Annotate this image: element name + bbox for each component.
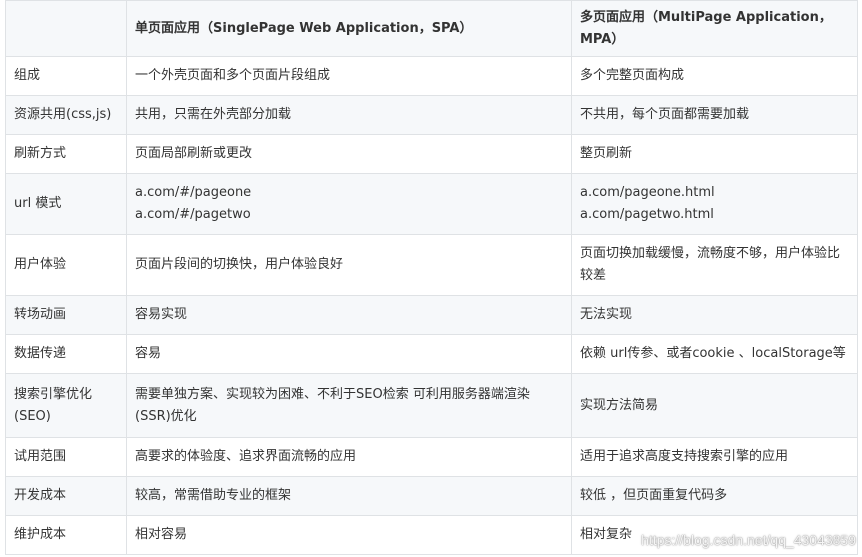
spa-cell: 容易实现 — [126, 295, 572, 335]
table-row: 组成 一个外壳页面和多个页面片段组成 多个完整页面构成 — [5, 56, 858, 96]
row-label: 刷新方式 — [5, 134, 127, 174]
spa-cell: 较高，常需借助专业的框架 — [126, 476, 572, 516]
row-label: 搜索引擎优化(SEO) — [5, 373, 127, 438]
row-label: 组成 — [5, 56, 127, 96]
mpa-cell: 相对复杂 — [571, 515, 858, 555]
spa-cell: 一个外壳页面和多个页面片段组成 — [126, 56, 572, 96]
table-row: 试用范围 高要求的体验度、追求界面流畅的应用 适用于追求高度支持搜索引擎的应用 — [5, 437, 858, 477]
row-label: 数据传递 — [5, 334, 127, 374]
table-row: 数据传递 容易 依赖 url传参、或者cookie 、localStorage等 — [5, 334, 858, 374]
mpa-cell: 实现方法简易 — [571, 373, 858, 438]
table-row: 刷新方式 页面局部刷新或更改 整页刷新 — [5, 134, 858, 174]
mpa-cell: 适用于追求高度支持搜索引擎的应用 — [571, 437, 858, 477]
row-label: 资源共用(css,js) — [5, 95, 127, 135]
table-row: 资源共用(css,js) 共用，只需在外壳部分加载 不共用，每个页面都需要加载 — [5, 95, 858, 135]
spa-cell: 页面局部刷新或更改 — [126, 134, 572, 174]
header-cell-mpa: 多页面应用（MultiPage Application，MPA） — [571, 0, 858, 57]
row-label: 维护成本 — [5, 515, 127, 555]
mpa-cell: 整页刷新 — [571, 134, 858, 174]
mpa-cell: 多个完整页面构成 — [571, 56, 858, 96]
spa-cell: 容易 — [126, 334, 572, 374]
row-label: 开发成本 — [5, 476, 127, 516]
spa-cell: 高要求的体验度、追求界面流畅的应用 — [126, 437, 572, 477]
row-label: 转场动画 — [5, 295, 127, 335]
mpa-cell: 页面切换加载缓慢，流畅度不够，用户体验比较差 — [571, 234, 858, 296]
spa-cell: 需要单独方案、实现较为困难、不利于SEO检索 可利用服务器端渲染(SSR)优化 — [126, 373, 572, 438]
spa-cell: 相对容易 — [126, 515, 572, 555]
header-row: 单页面应用（SinglePage Web Application，SPA） 多页… — [5, 0, 858, 57]
table-row: 维护成本 相对容易 相对复杂 — [5, 515, 858, 555]
comparison-table: 单页面应用（SinglePage Web Application，SPA） 多页… — [5, 0, 858, 555]
table-row: 开发成本 较高，常需借助专业的框架 较低 ，但页面重复代码多 — [5, 476, 858, 516]
header-cell-spa: 单页面应用（SinglePage Web Application，SPA） — [126, 0, 572, 57]
spa-cell: 共用，只需在外壳部分加载 — [126, 95, 572, 135]
spa-cell: a.com/#/pageone a.com/#/pagetwo — [126, 173, 572, 235]
spa-cell: 页面片段间的切换快，用户体验良好 — [126, 234, 572, 296]
mpa-cell: a.com/pageone.html a.com/pagetwo.html — [571, 173, 858, 235]
table-row: 搜索引擎优化(SEO) 需要单独方案、实现较为困难、不利于SEO检索 可利用服务… — [5, 373, 858, 438]
mpa-cell: 较低 ，但页面重复代码多 — [571, 476, 858, 516]
table-row: 用户体验 页面片段间的切换快，用户体验良好 页面切换加载缓慢，流畅度不够，用户体… — [5, 234, 858, 296]
table-row: 转场动画 容易实现 无法实现 — [5, 295, 858, 335]
header-cell-empty — [5, 0, 127, 57]
row-label: url 模式 — [5, 173, 127, 235]
mpa-cell: 无法实现 — [571, 295, 858, 335]
mpa-cell: 依赖 url传参、或者cookie 、localStorage等 — [571, 334, 858, 374]
row-label: 用户体验 — [5, 234, 127, 296]
table-row: url 模式 a.com/#/pageone a.com/#/pagetwo a… — [5, 173, 858, 235]
mpa-cell: 不共用，每个页面都需要加载 — [571, 95, 858, 135]
row-label: 试用范围 — [5, 437, 127, 477]
